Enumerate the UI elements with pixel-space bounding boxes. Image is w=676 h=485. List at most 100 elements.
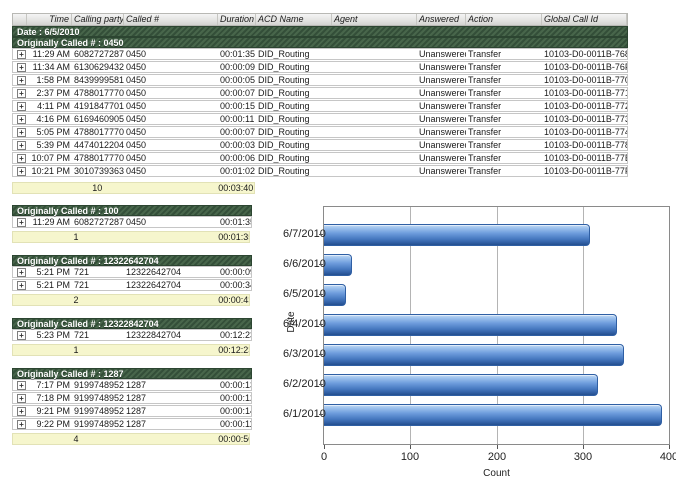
cell-time: 9:22 PM [27,419,72,429]
chart-bars [324,224,669,434]
expand-row-button[interactable]: + [17,281,26,290]
expand-row-button[interactable]: + [17,154,26,163]
cell-called: 0450 [124,140,218,150]
table-row[interactable]: +4:16 PM6169460905045000:00:11DID_Routin… [12,113,628,125]
x-tick-label-200: 200 [477,451,517,463]
cell-time: 1:58 PM [27,75,72,85]
expand-row-button[interactable]: + [17,50,26,59]
expand-row-button[interactable]: + [17,115,26,124]
table-row[interactable]: +7:18 PM9199748952128700:00:12 [12,392,252,404]
expand-row-button[interactable]: + [17,407,26,416]
calls-by-date-bar-chart: Date 6/7/20106/6/20106/5/20106/4/20106/3… [283,200,675,485]
expander-cell: + [13,267,27,277]
bar-6-1-2010[interactable] [324,404,662,426]
expand-row-button[interactable]: + [17,63,26,72]
expander-cell: + [13,166,27,176]
call-report-grid: TimeCalling party #Called #DurationACD N… [12,13,628,194]
table-row[interactable]: +11:29 AM6082727287045000:01:35 [12,216,252,228]
cell-answered: Unanswered [417,140,466,150]
cell-action: Transfer [466,88,542,98]
expand-row-button[interactable]: + [17,102,26,111]
cell-action: Transfer [466,166,542,176]
y-tick-mark [319,414,323,415]
cell-calling_party: 3010739363 [72,166,124,176]
bar-6-7-2010[interactable] [324,224,590,246]
group-summary-row: 200:00:43 [12,294,250,306]
expand-row-button[interactable]: + [17,331,26,340]
expander-cell: + [13,330,27,340]
expand-row-button[interactable]: + [17,381,26,390]
cell-action: Transfer [466,127,542,137]
cell-calling_party: 4788017770 [72,127,124,137]
expand-row-button[interactable]: + [17,167,26,176]
expand-row-button[interactable]: + [17,76,26,85]
cell-duration: 00:00:12 [218,393,251,403]
cell-called: 12322642704 [124,280,218,290]
cell-called: 12322642704 [124,267,218,277]
expander-cell: + [13,280,27,290]
table-row[interactable]: +11:29 AM6082727287045000:01:35DID_Routi… [12,48,628,60]
bar-6-4-2010[interactable] [324,314,617,336]
cell-acd_name: DID_Routing [256,153,332,163]
expand-row-button[interactable]: + [17,89,26,98]
table-row[interactable]: +10:21 PM3010739363045000:01:02DID_Routi… [12,165,628,177]
y-tick-label-6-5-2010: 6/5/2010 [283,288,319,300]
cell-acd_name: DID_Routing [256,140,332,150]
expander-cell: + [13,127,27,137]
expander-cell: + [13,88,27,98]
table-row[interactable]: +1:58 PM8439999581045000:00:05DID_Routin… [12,74,628,86]
table-row[interactable]: +9:22 PM9199748952128700:00:11 [12,418,252,430]
bar-6-6-2010[interactable] [324,254,352,276]
table-row[interactable]: +2:37 PM4788017770045000:00:07DID_Routin… [12,87,628,99]
expand-row-button[interactable]: + [17,394,26,403]
originally-called-band-0450: Originally Called # : 0450 [12,37,628,48]
expander-cell: + [13,217,27,227]
table-row[interactable]: +5:21 PM7211232264270400:00:09 [12,266,252,278]
cell-calling_party: 721 [72,280,124,290]
y-tick-label-6-3-2010: 6/3/2010 [283,348,319,360]
cell-calling_party: 4474012204 [72,140,124,150]
expander-cell: + [13,380,27,390]
group-summary-row: 400:00:50 [12,433,250,445]
table-row[interactable]: +5:39 PM4474012204045000:00:03DID_Routin… [12,139,628,151]
cell-duration: 00:00:05 [218,75,256,85]
cell-calling_party: 9199748952 [72,393,124,403]
table-row[interactable]: +10:07 PM4788017770045000:00:06DID_Routi… [12,152,628,164]
bar-6-5-2010[interactable] [324,284,346,306]
column-header-agent: Agent [332,14,417,25]
cell-action: Transfer [466,153,542,163]
bar-6-2-2010[interactable] [324,374,598,396]
table-row[interactable]: +9:21 PM9199748952128700:00:14 [12,405,252,417]
expand-row-button[interactable]: + [17,268,26,277]
table-row[interactable]: +7:17 PM9199748952128700:00:13 [12,379,252,391]
table-row[interactable]: +11:34 AM6130629432045000:00:09DID_Routi… [12,61,628,73]
expander-cell: + [13,101,27,111]
cell-called: 0450 [124,101,218,111]
cell-global_call_id: 10103-D0-0011B-770 [542,75,627,85]
bar-6-3-2010[interactable] [324,344,624,366]
table-row[interactable]: +5:21 PM7211232264270400:00:34 [12,279,252,291]
cell-time: 4:16 PM [27,114,72,124]
cell-calling_party: 6082727287 [72,49,124,59]
y-tick-mark [319,234,323,235]
cell-global_call_id: 10103-D0-0011B-77F [542,166,627,176]
column-header-blank [13,14,27,25]
group-summary-row: 100:01:35 [12,231,250,243]
expand-row-button[interactable]: + [17,141,26,150]
expand-row-button[interactable]: + [17,420,26,429]
cell-acd_name: DID_Routing [256,75,332,85]
expand-row-button[interactable]: + [17,128,26,137]
expand-row-button[interactable]: + [17,218,26,227]
cell-duration: 00:12:23 [218,330,251,340]
cell-calling_party: 721 [72,330,124,340]
cell-duration: 00:00:09 [218,62,256,72]
cell-acd_name: DID_Routing [256,127,332,137]
table-row[interactable]: +5:23 PM7211232284270400:12:23 [12,329,252,341]
table-row[interactable]: +4:11 PM4191847701045000:00:15DID_Routin… [12,100,628,112]
cell-time: 5:21 PM [27,267,72,277]
cell-global_call_id: 10103-D0-0011B-774 [542,127,627,137]
table-header-row: TimeCalling party #Called #DurationACD N… [12,13,628,26]
table-row[interactable]: +5:05 PM4788017770045000:00:07DID_Routin… [12,126,628,138]
column-header-action: Action [466,14,542,25]
x-tick-label-0: 0 [304,451,344,463]
